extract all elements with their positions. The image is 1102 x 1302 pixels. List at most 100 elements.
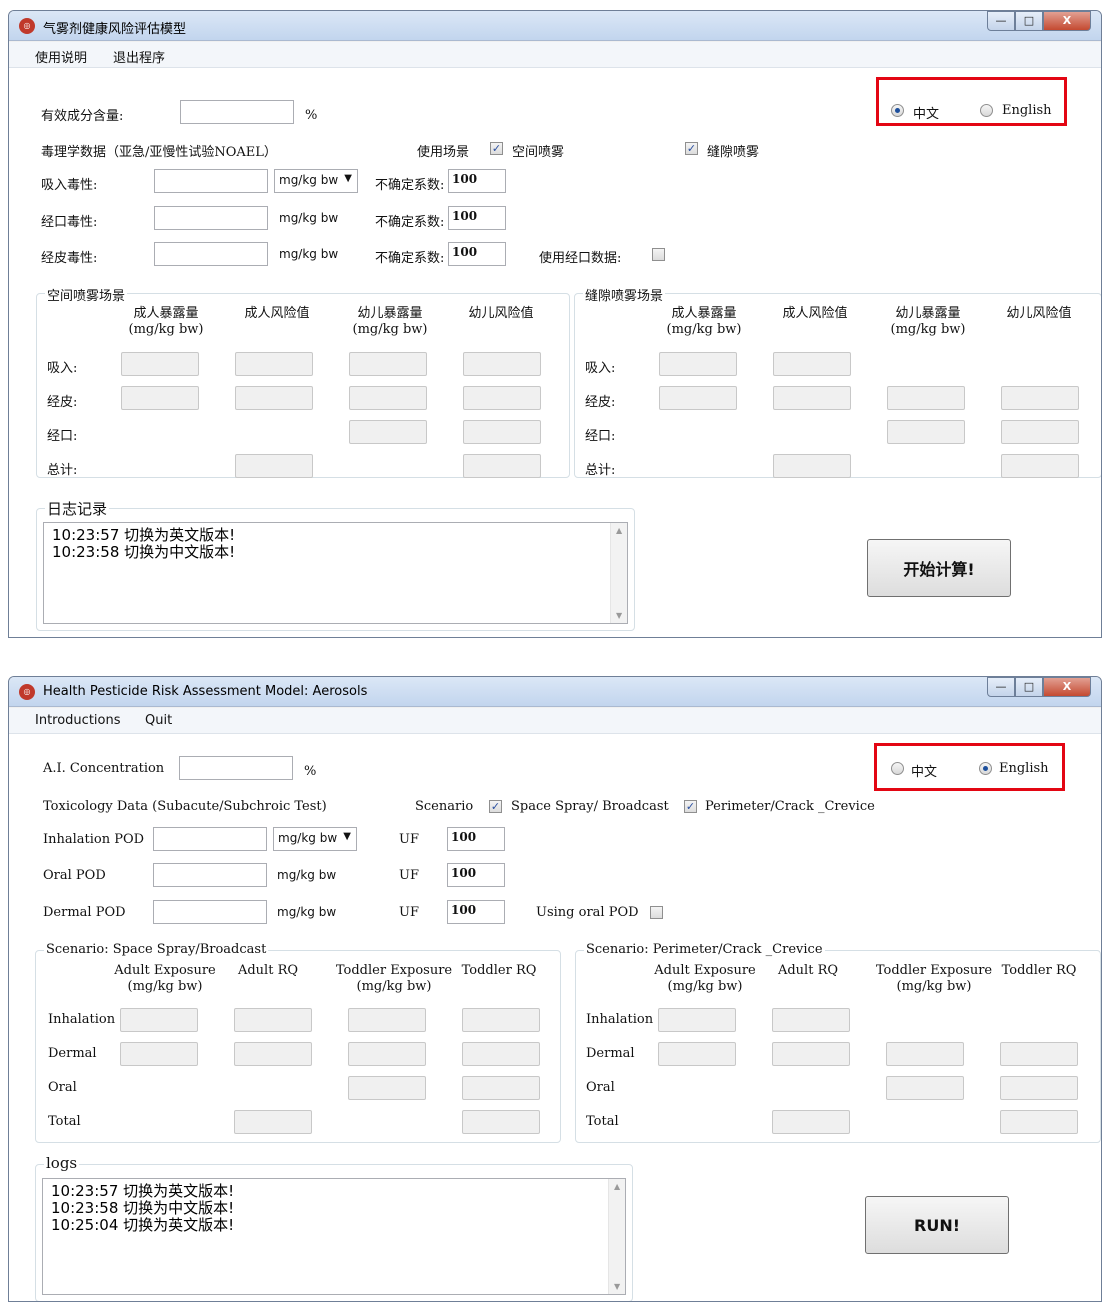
uf-label: UF xyxy=(399,905,419,920)
dermal-unit: mg/kg bw xyxy=(277,905,337,919)
scroll-up-icon[interactable]: ▲ xyxy=(616,526,622,535)
log-textarea[interactable]: 10:23:57 切换为英文版本! 10:23:58 切换为中文版本! 10:2… xyxy=(42,1178,626,1295)
dermal-input[interactable] xyxy=(154,242,268,266)
result-field xyxy=(348,1042,426,1066)
run-button[interactable]: 开始计算! xyxy=(867,539,1011,597)
oral-input[interactable] xyxy=(153,863,267,887)
result-field xyxy=(235,386,313,410)
scenario-label: Scenario xyxy=(415,799,474,814)
oral-input[interactable] xyxy=(154,206,268,230)
result-field xyxy=(886,1042,964,1066)
use-oral-checkbox[interactable] xyxy=(650,906,663,919)
col-adult-exposure: Adult Exposure (mg/kg bw) xyxy=(114,963,216,994)
result-field xyxy=(462,1076,540,1100)
result-field xyxy=(658,1008,736,1032)
col-toddler-rq: 幼儿风险值 xyxy=(1006,306,1072,321)
title-bar[interactable]: ◎ Health Pesticide Risk Assessment Model… xyxy=(9,677,1101,707)
log-scrollbar[interactable]: ▲ ▼ xyxy=(610,523,627,623)
log-title: 日志记录 xyxy=(45,498,110,519)
chevron-down-icon: ▼ xyxy=(343,831,351,842)
uf-label: 不确定系数: xyxy=(375,215,445,230)
crack-spray-group: Scenario: Perimeter/Crack _Crevice Adult… xyxy=(575,942,1101,1143)
ai-concentration-input[interactable] xyxy=(180,100,294,124)
result-field xyxy=(773,352,851,376)
run-button[interactable]: RUN! xyxy=(865,1196,1009,1254)
result-field xyxy=(1000,1110,1078,1134)
result-field xyxy=(659,352,737,376)
row-inhalation: Inhalation xyxy=(48,1012,116,1027)
col-toddler-exposure: Toddler Exposure (mg/kg bw) xyxy=(335,963,453,994)
row-inhalation: 吸入: xyxy=(585,361,616,376)
row-total: 总计: xyxy=(47,463,78,478)
uf-inhalation-input[interactable]: 100 xyxy=(448,169,506,193)
log-line: 10:23:57 切换为英文版本! xyxy=(51,1182,235,1200)
unit-dropdown[interactable]: mg/kg bw ▼ xyxy=(273,827,357,851)
result-field xyxy=(234,1110,312,1134)
uf-dermal-input[interactable]: 100 xyxy=(447,900,505,924)
inhalation-input[interactable] xyxy=(154,169,268,193)
space-spray-checkbox[interactable]: ✓ xyxy=(489,800,502,813)
oral-unit: mg/kg bw xyxy=(277,868,337,882)
uf-inhalation-input[interactable]: 100 xyxy=(447,827,505,851)
log-line: 10:23:58 切换为中文版本! xyxy=(52,543,236,561)
result-field xyxy=(349,352,427,376)
crack-spray-checkbox[interactable]: ✓ xyxy=(684,800,697,813)
group-title: 空间喷雾场景 xyxy=(45,285,128,304)
maximize-icon[interactable]: □ xyxy=(1015,11,1043,31)
col-toddler-rq: Toddler RQ xyxy=(461,963,537,978)
space-spray-label: 空间喷雾 xyxy=(512,145,565,160)
scroll-down-icon[interactable]: ▼ xyxy=(616,611,622,620)
uf-oral-input[interactable]: 100 xyxy=(447,863,505,887)
row-oral: 经口: xyxy=(47,429,78,444)
col-toddler-rq: Toddler RQ xyxy=(1001,963,1077,978)
highlight-box xyxy=(874,743,1065,791)
menu-introductions[interactable]: Introductions xyxy=(35,713,121,728)
result-field xyxy=(1001,420,1079,444)
result-field xyxy=(462,1008,540,1032)
result-field xyxy=(463,386,541,410)
menu-quit[interactable]: Quit xyxy=(145,713,172,728)
log-scrollbar[interactable]: ▲ ▼ xyxy=(608,1179,625,1294)
close-icon[interactable]: X xyxy=(1043,11,1091,31)
minimize-icon[interactable]: — xyxy=(987,11,1015,31)
use-oral-checkbox[interactable] xyxy=(652,248,665,261)
inhalation-label: 吸入毒性: xyxy=(41,178,98,193)
result-field xyxy=(462,1042,540,1066)
close-icon[interactable]: X xyxy=(1043,677,1091,697)
ai-concentration-input[interactable] xyxy=(179,756,293,780)
row-dermal: Dermal xyxy=(48,1046,97,1061)
result-field xyxy=(886,1076,964,1100)
menu-bar: Introductions Quit xyxy=(9,708,1101,734)
result-field xyxy=(234,1042,312,1066)
col-toddler-rq: 幼儿风险值 xyxy=(468,306,534,321)
row-inhalation: Inhalation xyxy=(586,1012,654,1027)
menu-exit[interactable]: 退出程序 xyxy=(113,47,165,66)
col-adult-exposure: Adult Exposure (mg/kg bw) xyxy=(654,963,756,994)
scenario-label: 使用场景 xyxy=(417,145,470,160)
dermal-input[interactable] xyxy=(153,900,267,924)
row-oral: Oral xyxy=(586,1080,615,1095)
uf-oral-input[interactable]: 100 xyxy=(448,206,506,230)
col-adult-exposure: 成人暴露量 (mg/kg bw) xyxy=(128,306,204,337)
log-textarea[interactable]: 10:23:57 切换为英文版本! 10:23:58 切换为中文版本! ▲ ▼ xyxy=(43,522,628,624)
scroll-up-icon[interactable]: ▲ xyxy=(614,1182,620,1191)
crack-spray-checkbox[interactable]: ✓ xyxy=(685,142,698,155)
menu-instructions[interactable]: 使用说明 xyxy=(35,47,87,66)
ai-concentration-label: A.I. Concentration xyxy=(43,761,165,776)
unit-dropdown[interactable]: mg/kg bw ▼ xyxy=(274,169,358,193)
log-line: 10:25:04 切换为英文版本! xyxy=(51,1216,235,1234)
title-bar[interactable]: ◎ 气雾剂健康风险评估模型 — □ X xyxy=(9,11,1101,41)
minimize-icon[interactable]: — xyxy=(987,677,1015,697)
dermal-label: 经皮毒性: xyxy=(41,251,98,266)
log-line: 10:23:57 切换为英文版本! xyxy=(52,526,236,544)
space-spray-checkbox[interactable]: ✓ xyxy=(490,142,503,155)
scroll-down-icon[interactable]: ▼ xyxy=(614,1282,620,1291)
log-lines: 10:23:57 切换为英文版本! 10:23:58 切换为中文版本! xyxy=(44,523,627,565)
log-line: 10:23:58 切换为中文版本! xyxy=(51,1199,235,1217)
result-field xyxy=(120,1008,198,1032)
inhalation-input[interactable] xyxy=(153,827,267,851)
uf-dermal-input[interactable]: 100 xyxy=(448,242,506,266)
result-field xyxy=(235,454,313,478)
maximize-icon[interactable]: □ xyxy=(1015,677,1043,697)
col-toddler-exposure: Toddler Exposure (mg/kg bw) xyxy=(875,963,993,994)
